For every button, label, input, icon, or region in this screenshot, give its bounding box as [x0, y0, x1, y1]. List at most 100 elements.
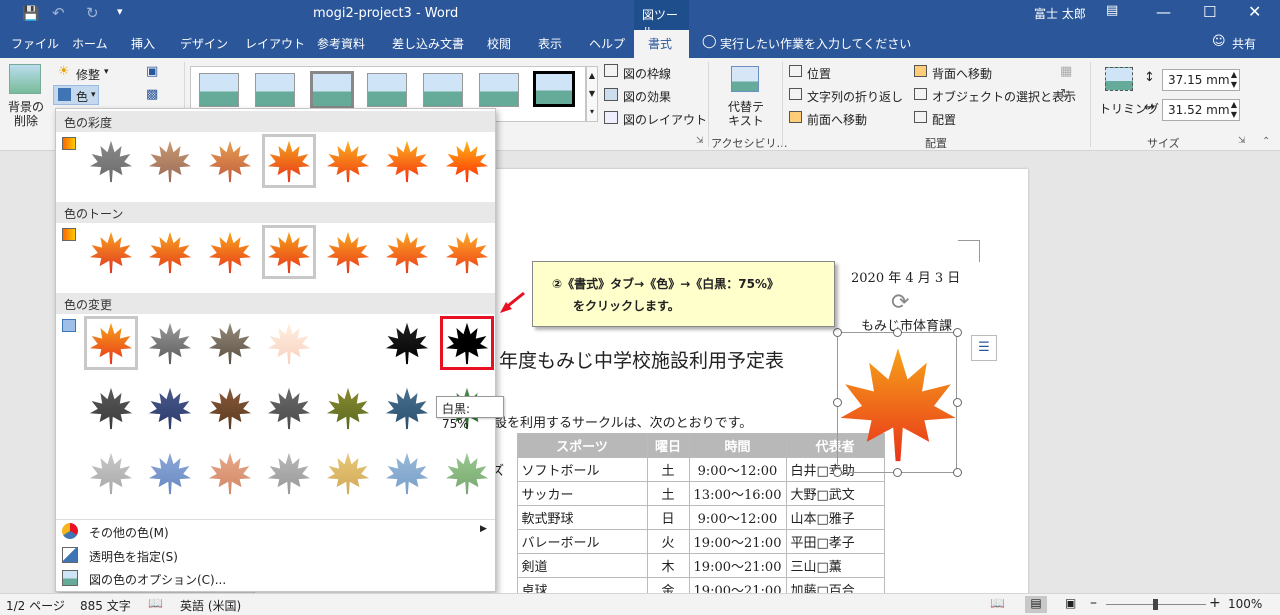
- saturation-swatch[interactable]: [440, 134, 494, 188]
- change-picture-icon[interactable]: ▩: [146, 87, 158, 102]
- saturation-swatch[interactable]: [380, 134, 434, 188]
- picture-color-options-item[interactable]: 図の色のオプション(C)...: [89, 571, 226, 588]
- zoom-slider-thumb[interactable]: [1153, 599, 1158, 610]
- close-icon[interactable]: ✕: [1248, 2, 1261, 21]
- zoom-out-icon[interactable]: –: [1090, 595, 1097, 611]
- color-button[interactable]: 色 ▾: [53, 85, 99, 105]
- tab-insert[interactable]: 挿入: [131, 35, 155, 52]
- tab-review[interactable]: 校閲: [487, 35, 511, 52]
- proofing-icon[interactable]: 📖: [148, 596, 163, 610]
- resize-handle[interactable]: [833, 328, 842, 337]
- recolor-swatch[interactable]: [84, 446, 138, 500]
- resize-handle[interactable]: [893, 468, 902, 477]
- recolor-swatch[interactable]: [84, 381, 138, 435]
- more-colors-item[interactable]: その他の色(M): [89, 524, 169, 541]
- tone-swatch[interactable]: [143, 225, 197, 279]
- saturation-swatch[interactable]: [203, 134, 257, 188]
- tab-references[interactable]: 参考資料: [317, 35, 365, 52]
- undo-icon[interactable]: ↶: [52, 4, 65, 22]
- style-thumbnail[interactable]: [255, 73, 295, 107]
- saturation-swatch[interactable]: [262, 134, 316, 188]
- zoom-in-icon[interactable]: +: [1209, 595, 1221, 611]
- recolor-swatch[interactable]: [84, 316, 138, 370]
- recolor-swatch[interactable]: [262, 316, 316, 370]
- resize-handle[interactable]: [833, 398, 842, 407]
- recolor-swatch[interactable]: [380, 381, 434, 435]
- tone-swatch[interactable]: [84, 225, 138, 279]
- language-indicator[interactable]: 英語 (米国): [180, 597, 241, 614]
- recolor-swatch[interactable]: [321, 381, 375, 435]
- position-button[interactable]: 位置: [807, 65, 831, 82]
- recolor-swatch[interactable]: [321, 446, 375, 500]
- style-thumbnail[interactable]: [310, 71, 354, 109]
- tab-home[interactable]: ホーム: [72, 35, 108, 52]
- recolor-swatch[interactable]: [262, 446, 316, 500]
- wrap-text-button[interactable]: 文字列の折り返し: [807, 88, 903, 105]
- save-icon[interactable]: 💾: [22, 6, 39, 22]
- zoom-level[interactable]: 100%: [1228, 597, 1262, 611]
- recolor-swatch[interactable]: [440, 446, 494, 500]
- page-count[interactable]: 1/2 ページ: [6, 597, 65, 614]
- set-transparent-color-item[interactable]: 透明色を指定(S): [89, 548, 178, 565]
- group-icon[interactable]: ▦: [1060, 64, 1072, 79]
- collapse-ribbon-icon[interactable]: ⌃: [1262, 136, 1270, 147]
- corrections-button[interactable]: 修整: [76, 66, 100, 83]
- rotate-icon[interactable]: ↻: [1060, 87, 1071, 102]
- user-name[interactable]: 富士 太郎: [1034, 5, 1086, 22]
- saturation-swatch[interactable]: [84, 134, 138, 188]
- recolor-swatch[interactable]: [380, 446, 434, 500]
- picture-border-button[interactable]: 図の枠線: [623, 65, 671, 82]
- resize-handle[interactable]: [953, 328, 962, 337]
- ribbon-display-icon[interactable]: ▤: [1106, 3, 1118, 18]
- recolor-swatch[interactable]: [262, 381, 316, 435]
- maximize-icon[interactable]: ☐: [1203, 3, 1216, 21]
- read-mode-icon[interactable]: 📖: [990, 596, 1005, 610]
- width-spinner[interactable]: ▲ ▼: [1231, 100, 1237, 120]
- tone-swatch[interactable]: [321, 225, 375, 279]
- width-input[interactable]: 31.52 mm ▲ ▼: [1162, 99, 1240, 121]
- tab-help[interactable]: ヘルプ: [589, 35, 625, 52]
- picture-layout-button[interactable]: 図のレイアウト: [623, 111, 707, 128]
- share-button[interactable]: 共有: [1232, 35, 1256, 52]
- dialog-launcher-icon[interactable]: ⇲: [696, 136, 704, 146]
- layout-options-icon[interactable]: ☰: [971, 335, 997, 361]
- style-thumbnail[interactable]: [533, 71, 575, 107]
- web-layout-icon[interactable]: ▣: [1065, 596, 1076, 610]
- tab-file[interactable]: ファイル: [11, 35, 59, 52]
- style-thumbnail[interactable]: [199, 73, 239, 107]
- minimize-icon[interactable]: —: [1156, 3, 1171, 21]
- height-input[interactable]: 37.15 mm ▲ ▼: [1162, 69, 1240, 91]
- recolor-swatch[interactable]: [203, 381, 257, 435]
- compress-icon[interactable]: ▣: [146, 64, 158, 79]
- tell-me-box[interactable]: 実行したい作業を入力してください: [720, 35, 911, 52]
- tab-design[interactable]: デザイン: [180, 35, 228, 52]
- resize-handle[interactable]: [953, 398, 962, 407]
- recolor-swatch[interactable]: [203, 316, 257, 370]
- gallery-scroll[interactable]: ▲ ▼ ▾: [586, 66, 598, 122]
- tab-view[interactable]: 表示: [538, 35, 562, 52]
- tab-format[interactable]: 書式: [634, 30, 689, 58]
- height-spinner[interactable]: ▲ ▼: [1231, 70, 1237, 90]
- recolor-swatch[interactable]: [203, 446, 257, 500]
- style-thumbnail[interactable]: [423, 73, 463, 107]
- send-backward-button[interactable]: 背面へ移動: [932, 65, 992, 82]
- picture-effects-button[interactable]: 図の効果: [623, 88, 671, 105]
- selection-pane-button[interactable]: オブジェクトの選択と表示: [932, 88, 1076, 105]
- print-layout-icon[interactable]: ▤: [1025, 596, 1047, 613]
- rotate-handle-icon[interactable]: ⟳: [891, 290, 909, 315]
- recolor-swatch[interactable]: [143, 446, 197, 500]
- resize-handle[interactable]: [893, 328, 902, 337]
- selected-picture[interactable]: [833, 328, 962, 477]
- remove-background-button[interactable]: 背景の削除: [6, 100, 46, 128]
- customize-qat-icon[interactable]: ▾: [117, 5, 123, 18]
- align-button[interactable]: 配置: [932, 111, 956, 128]
- recolor-swatch[interactable]: [143, 316, 197, 370]
- resize-handle[interactable]: [953, 468, 962, 477]
- style-thumbnail[interactable]: [479, 73, 519, 107]
- saturation-swatch[interactable]: [321, 134, 375, 188]
- recolor-swatch[interactable]: [143, 381, 197, 435]
- tab-layout[interactable]: レイアウト: [245, 35, 305, 52]
- dialog-launcher-icon[interactable]: ⇲: [1238, 136, 1246, 146]
- tone-swatch[interactable]: [440, 225, 494, 279]
- recolor-swatch[interactable]: [321, 316, 375, 370]
